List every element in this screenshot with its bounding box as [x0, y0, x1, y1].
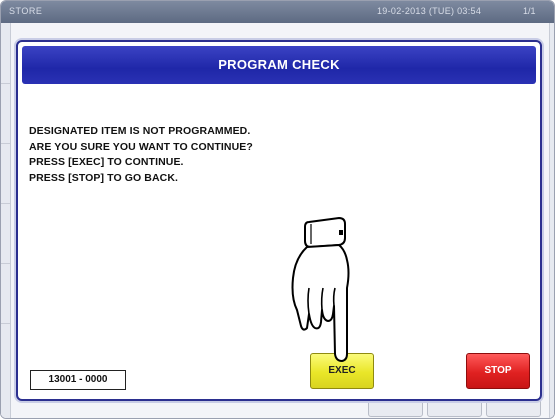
- message-line: DESIGNATED ITEM IS NOT PROGRAMMED.: [29, 125, 251, 137]
- dialog-header: PROGRAM CHECK: [22, 46, 536, 84]
- pointing-hand-icon: [291, 216, 350, 362]
- divider: [1, 203, 11, 204]
- message-line: PRESS [STOP] TO GO BACK.: [29, 171, 179, 184]
- right-edge-panel: [549, 23, 554, 418]
- date-time: 19-02-2013 (TUE) 03:54: [377, 6, 482, 16]
- left-edge-panel: [1, 23, 11, 418]
- store-label: STORE: [9, 6, 43, 16]
- divider: [1, 143, 11, 144]
- page-indicator: 1/1: [523, 6, 536, 16]
- item-code-field: 13001 - 0000: [30, 370, 126, 390]
- divider: [1, 263, 11, 264]
- background-button: [427, 399, 482, 417]
- stop-button[interactable]: STOP: [466, 353, 530, 389]
- background-button: [368, 399, 423, 417]
- status-bar: STORE 19-02-2013 (TUE) 03:54 1/1: [1, 1, 554, 23]
- dialog-title: PROGRAM CHECK: [218, 57, 340, 72]
- divider: [1, 83, 11, 84]
- background-button: [486, 399, 541, 417]
- message-line: PRESS [EXEC] TO CONTINUE.: [29, 156, 184, 168]
- program-check-dialog: PROGRAM CHECK DESIGNATED ITEM IS NOT PRO…: [16, 40, 542, 401]
- message-line: ARE YOU SURE YOU WANT TO CONTINUE?: [29, 140, 253, 153]
- dialog-message: DESIGNATED ITEM IS NOT PROGRAMMED. ARE Y…: [29, 124, 429, 186]
- divider: [1, 323, 11, 324]
